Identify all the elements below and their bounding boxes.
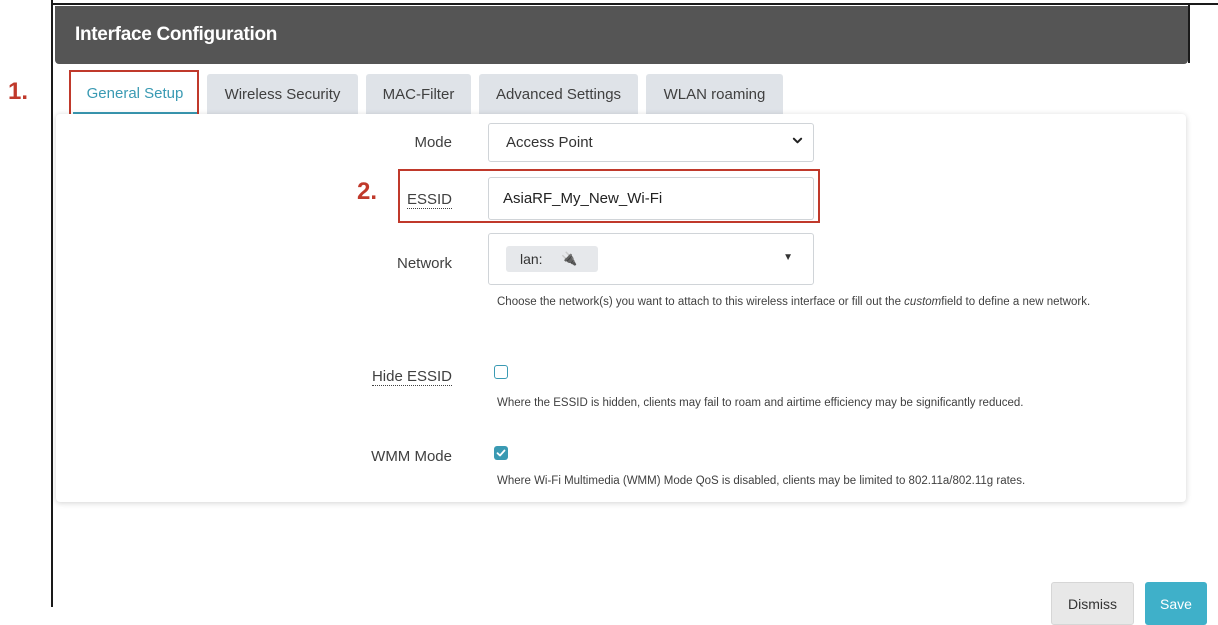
step-1-highlight-box (69, 70, 199, 119)
wmm-mode-checkbox[interactable] (494, 446, 508, 460)
wmm-mode-label: WMM Mode (371, 448, 452, 465)
checkmark-icon (496, 449, 506, 457)
network-help-after: field to define a new network. (941, 296, 1091, 308)
tab-advanced-settings[interactable]: Advanced Settings (479, 74, 638, 115)
tab-wlan-roaming[interactable]: WLAN roaming (646, 74, 783, 115)
network-chip-label: lan: (520, 251, 543, 267)
frame-border-right (1188, 3, 1190, 63)
mode-select-value: Access Point (506, 134, 593, 151)
network-help-italic: custom (904, 296, 942, 308)
hide-essid-checkbox[interactable] (494, 365, 508, 379)
network-help-text: Choose the network(s) you want to attach… (497, 295, 1157, 310)
network-label: Network (396, 255, 452, 272)
hide-essid-label: Hide ESSID (252, 368, 452, 386)
frame-border-left (51, 0, 53, 607)
step-1-annotation: 1. (8, 78, 29, 105)
save-button[interactable]: Save (1145, 582, 1207, 625)
tab-wireless-security[interactable]: Wireless Security (207, 74, 358, 115)
network-chip-lan[interactable]: lan: 🔌 (506, 246, 598, 272)
mode-select[interactable]: Access Point (488, 123, 814, 162)
mode-label: Mode (414, 134, 452, 151)
hide-essid-label-text: Hide ESSID (371, 368, 452, 386)
step-2-highlight-box (398, 169, 820, 223)
chevron-down-icon (792, 137, 803, 144)
frame-border-top (51, 3, 1218, 5)
dialog-header: Interface Configuration (55, 6, 1188, 64)
dialog-title: Interface Configuration (75, 24, 278, 45)
tab-mac-filter[interactable]: MAC-Filter (366, 74, 471, 115)
network-multiselect[interactable]: lan: 🔌 ▼ (488, 233, 814, 285)
dropdown-arrow-icon: ▼ (783, 252, 793, 263)
hide-essid-help-text: Where the ESSID is hidden, clients may f… (497, 397, 1024, 409)
wmm-mode-help-text: Where Wi-Fi Multimedia (WMM) Mode QoS is… (497, 475, 1026, 487)
dismiss-button[interactable]: Dismiss (1051, 582, 1134, 625)
network-help-before: Choose the network(s) you want to attach… (497, 296, 905, 308)
network-interfaces-icon: 🔌 (561, 251, 578, 266)
